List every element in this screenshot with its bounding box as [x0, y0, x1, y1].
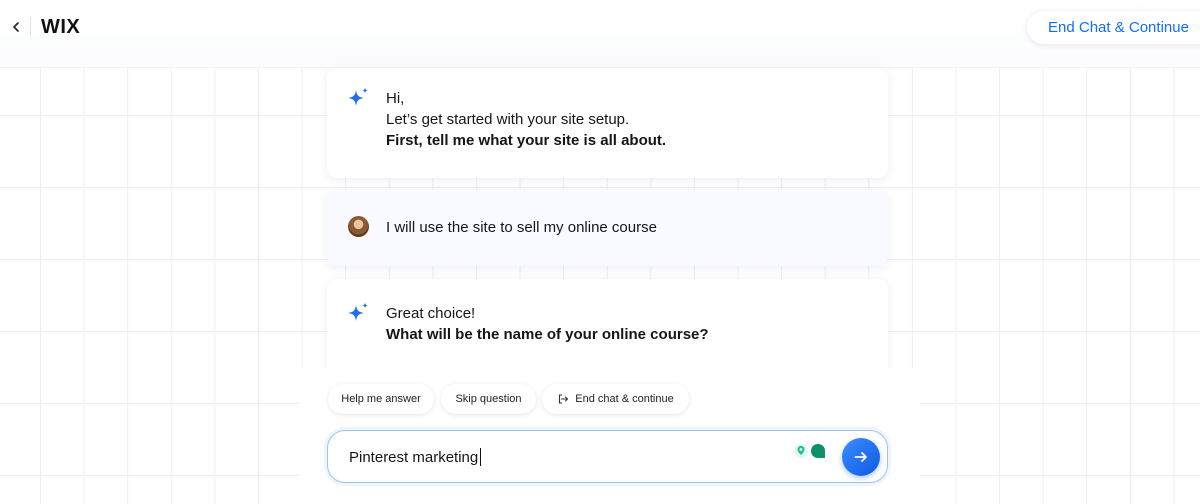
help-me-answer-chip[interactable]: Help me answer	[328, 384, 434, 414]
message-line: Great choice!	[386, 305, 476, 322]
exit-icon	[559, 394, 569, 404]
chip-label: Help me answer	[341, 393, 421, 405]
message-line: Let’s get started with your site setup.	[386, 111, 630, 128]
user-avatar	[348, 216, 369, 237]
text-caret	[480, 448, 481, 466]
assistant-message-text: Hi, Let’s get started with your site set…	[386, 88, 666, 151]
chip-label: Skip question	[455, 393, 522, 405]
wix-logo: WIX	[41, 16, 81, 38]
send-button[interactable]	[842, 438, 880, 476]
end-chat-continue-chip[interactable]: End chat & continue	[542, 384, 689, 414]
message-question: First, tell me what your site is all abo…	[386, 132, 667, 149]
sparkle-icon	[348, 302, 368, 321]
message-line: Hi,	[386, 90, 405, 107]
assistant-message-text: Great choice! What will be the name of y…	[386, 303, 709, 345]
grammar-icon[interactable]	[790, 441, 830, 461]
arrow-right-icon	[854, 452, 867, 462]
assistant-message-card: Hi, Let’s get started with your site set…	[327, 68, 888, 178]
message-question: What will be the name of your online cou…	[386, 326, 709, 343]
message-composer	[327, 430, 888, 483]
chip-label: End chat & continue	[575, 393, 674, 405]
skip-question-chip[interactable]: Skip question	[441, 384, 536, 414]
back-button[interactable]	[6, 17, 26, 37]
end-chat-continue-button[interactable]: End Chat & Continue	[1027, 11, 1200, 44]
user-message-text: I will use the site to sell my online co…	[386, 219, 657, 236]
sparkle-icon	[348, 87, 368, 106]
top-bar: WIX End Chat & Continue	[0, 0, 1200, 68]
chevron-left-icon	[13, 22, 19, 32]
user-message-card: I will use the site to sell my online co…	[327, 190, 888, 266]
message-input[interactable]	[349, 445, 779, 469]
header-divider	[30, 17, 31, 37]
